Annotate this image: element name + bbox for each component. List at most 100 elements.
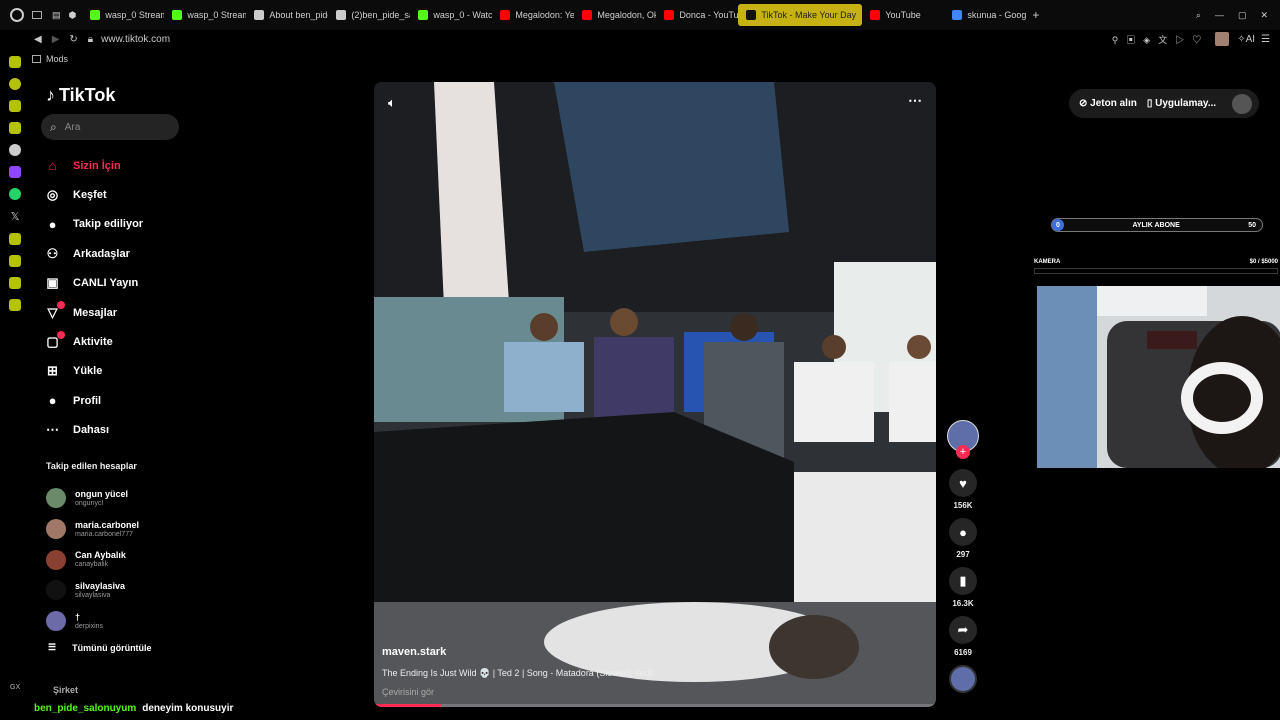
gx-games-icon[interactable] [9,255,21,267]
user-avatar[interactable] [1232,93,1253,114]
nav-item-label: Dahası [73,424,110,437]
nav-item[interactable]: ▽ Mesajlar [44,298,204,327]
account-text: ongun yücel ongunycl [75,489,128,508]
gx-hexagon-icon[interactable] [9,122,21,134]
video-frame [374,82,936,707]
twitch-icon[interactable] [9,166,21,178]
back-button[interactable]: ◀ [34,34,42,45]
share-button[interactable]: ➦ [949,616,977,644]
browser-tab[interactable]: YouTube [862,4,944,26]
browser-menu-icon[interactable]: ☰ [1261,34,1270,45]
nav-item[interactable]: ⚇ Arkadaşlar [44,239,204,268]
volume-icon[interactable]: 🔈︎ [388,95,396,111]
following-account[interactable]: maria.carbonel maria.carbonel777 [46,514,196,545]
like-button[interactable]: ♥ [949,469,977,497]
chatgpt-icon[interactable] [9,144,21,156]
browser-tab-label: Megalodon: Yeni [515,10,575,20]
close-window-button[interactable]: ✕ [1260,10,1268,21]
share-icon: ➦ [957,622,969,637]
browser-tab[interactable]: wasp_0 - Watch [410,4,492,26]
browser-tab[interactable]: Megalodon: Yeni [492,4,574,26]
video-progress[interactable] [374,704,936,707]
browser-tab[interactable]: (2)ben_pide_salo [328,4,410,26]
nav-item-label: Profil [73,394,102,407]
gx-panel-icon[interactable] [9,299,21,311]
get-app-button[interactable]: ▯ Uygulamay... [1147,98,1216,109]
nav-item[interactable]: ▣ CANLI Yayın [44,269,204,298]
following-account[interactable]: Can Aybalık canaybalik [46,544,196,575]
nav-item[interactable]: ▢ Aktivite [44,327,204,356]
notification-badge [57,301,65,310]
chat-message: deneyim konusuyir [142,703,234,714]
music-disc-icon[interactable] [949,665,977,693]
get-coins-button[interactable]: ⊘ Jeton alın [1079,98,1137,109]
account-handle: silvaylasiva [75,591,111,599]
browser-tab[interactable]: Donca - YouTube [656,4,738,26]
address-bar: ◀ ▶ ↻ 🔒︎ www.tiktok.com ⚲▣◈文▷♡ ✧AI ☰ [0,30,1280,48]
search-icon[interactable]: ⌕ [1196,10,1201,21]
account-name: maria.carbonel [75,519,140,530]
video-player[interactable]: 🔈︎ ⋯ maven.stark The Ending Is Just Wild… [374,82,936,707]
bookmark-mods[interactable]: Mods [46,54,68,64]
following-account[interactable]: † derpixins [46,606,196,637]
profile-avatar[interactable] [1215,32,1230,46]
gx-cleaner-icon[interactable] [9,100,21,112]
url-field[interactable]: www.tiktok.com [101,34,170,45]
browser-tab[interactable]: wasp_0 Stream - [164,4,246,26]
webcam-image [1037,286,1280,468]
company-link[interactable]: Şirket [53,685,78,695]
account-handle: canaybalik [75,561,109,569]
nav-item[interactable]: ◎ Keşfet [44,180,204,209]
follow-plus-button[interactable]: + [956,445,970,459]
tab-menu-icon[interactable]: ▤ [52,10,61,21]
anime-poster-banner [554,82,789,252]
nav-item[interactable]: ⋯ Dahası [44,416,204,445]
forward-button[interactable]: ▶ [52,34,60,45]
nav-item[interactable]: ⌂ Sizin İçin [44,151,204,180]
gx-settings-icon[interactable] [9,277,21,289]
browser-tab-label: Donca - YouTube [679,10,739,20]
search-input[interactable]: ⌕ Ara [41,114,179,140]
save-button[interactable]: ▮ [949,567,977,595]
opera-logo-icon[interactable] [10,8,24,22]
list-icon: ☰ [48,642,57,652]
x-twitter-icon[interactable]: 𝕏 [11,210,20,223]
browser-tab[interactable]: wasp_0 Stream - [82,4,164,26]
minimize-button[interactable]: — [1215,10,1224,20]
browser-tab[interactable]: skunua - Google [944,4,1026,26]
browser-tab[interactable]: Megalodon, Okyı [574,4,656,26]
maximize-button[interactable]: ▢ [1238,10,1247,21]
live-icon: ▣ [46,275,59,291]
nav-item-label: Sizin İçin [73,159,121,172]
tiktok-logo[interactable]: ♪ TikTok [46,85,115,106]
video-more-icon[interactable]: ⋯ [908,92,922,109]
gx-corner-icon[interactable] [9,56,21,68]
lock-icon: 🔒︎ [87,33,94,45]
new-tab-button[interactable]: + [1032,8,1039,22]
search-placeholder: Ara [64,121,81,133]
following-account[interactable]: silvaylasiva silvaylasiva [46,575,196,606]
account-handle: ongunycl [75,499,104,507]
video-author[interactable]: maven.stark [382,646,802,658]
browser-tab[interactable]: TikTok - Make Your Day [738,4,863,26]
nav-item[interactable]: ● Profil [44,386,204,415]
camera-goal-bar [1034,268,1278,274]
workspaces-icon[interactable] [32,11,42,19]
whatsapp-icon[interactable] [9,188,21,200]
comment-button[interactable]: ● [949,518,977,546]
address-bar-tools[interactable]: ⚲▣◈文▷♡ [1112,33,1210,46]
browser-tab-strip: ▤ ⬢ wasp_0 Stream - wasp_0 Stream - About … [0,0,1280,30]
browser-tab[interactable]: About ben_pide_ [246,4,328,26]
gx-control-icon[interactable] [9,78,21,90]
following-account[interactable]: ongun yücel ongunycl [46,483,196,514]
aria-ai-button[interactable]: ✧AI [1237,34,1255,45]
gx-mods-icon[interactable] [9,233,21,245]
nav-item[interactable]: ● Takip ediliyor [44,210,204,239]
reload-button[interactable]: ↻ [69,34,77,45]
comment-icon: ● [959,524,967,540]
share-count: 6169 [954,648,972,657]
vpn-icon[interactable]: ⬢ [69,10,77,21]
nav-item[interactable]: ⊞ Yükle [44,357,204,386]
translate-link[interactable]: Çevirisini gör [382,687,802,697]
see-all-button[interactable]: ☰ Tümünü görüntüle [48,642,152,653]
